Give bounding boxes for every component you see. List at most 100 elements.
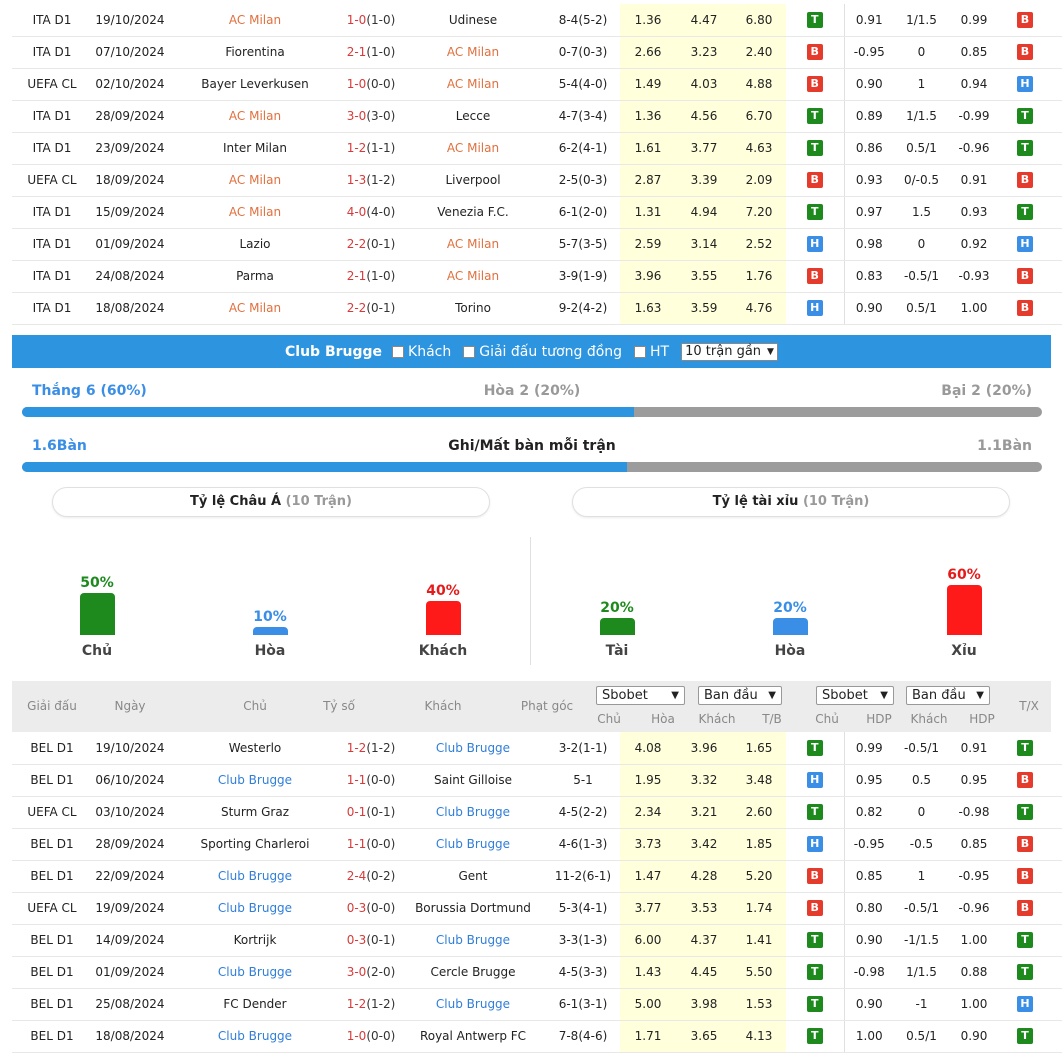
away-team-cell[interactable]: Club Brugge [400, 796, 546, 829]
away-team-link[interactable]: Venezia F.C. [437, 205, 508, 219]
handicap-bookmaker-select[interactable]: Sbobet ▼ [816, 686, 894, 705]
away-team-link[interactable]: Club Brugge [436, 997, 510, 1011]
home-team-cell[interactable]: Kortrijk [168, 924, 342, 957]
home-team-cell[interactable]: Club Brugge [168, 860, 342, 893]
home-team-link[interactable]: Inter Milan [223, 141, 287, 155]
stat-percentage: 40% [426, 583, 460, 599]
home-team-cell[interactable]: AC Milan [168, 164, 342, 197]
away-team-link[interactable]: Club Brugge [436, 741, 510, 755]
away-team-link[interactable]: Club Brugge [436, 837, 510, 851]
home-team-link[interactable]: Sturm Graz [221, 805, 289, 819]
home-team-link[interactable]: Westerlo [229, 741, 282, 755]
home-team-cell[interactable]: Club Brugge [168, 892, 342, 925]
away-team-cell[interactable]: Club Brugge [400, 732, 546, 765]
home-team-cell[interactable]: Fiorentina [168, 36, 342, 69]
away-team-cell[interactable]: AC Milan [400, 132, 546, 165]
home-team-cell[interactable]: Lazio [168, 228, 342, 261]
handicap-type-select[interactable]: Ban đầu ▼ [906, 686, 990, 705]
home-team-link[interactable]: AC Milan [229, 173, 281, 187]
away-team-cell[interactable]: Club Brugge [400, 828, 546, 861]
home-team-link[interactable]: Club Brugge [218, 869, 292, 883]
home-team-cell[interactable]: Inter Milan [168, 132, 342, 165]
away-team-cell[interactable]: AC Milan [400, 228, 546, 261]
home-team-cell[interactable]: Westerlo [168, 732, 342, 765]
home-team-link[interactable]: Club Brugge [218, 773, 292, 787]
home-team-link[interactable]: Sporting Charleroi [201, 837, 310, 851]
home-team-link[interactable]: Bayer Leverkusen [201, 77, 309, 91]
checkbox-icon[interactable] [392, 345, 405, 358]
away-team-link[interactable]: Borussia Dortmund [415, 901, 531, 915]
away-team-cell[interactable]: Club Brugge [400, 924, 546, 957]
checkbox-icon[interactable] [463, 345, 476, 358]
home-team-cell[interactable]: AC Milan [168, 4, 342, 37]
home-team-cell[interactable]: Club Brugge [168, 1020, 342, 1053]
home-team-cell[interactable]: Sporting Charleroi [168, 828, 342, 861]
home-team-link[interactable]: FC Dender [223, 997, 286, 1011]
home-team-link[interactable]: AC Milan [229, 205, 281, 219]
ht-filter-checkbox[interactable]: HT [634, 344, 669, 360]
asian-handicap-tab[interactable]: Tỷ lệ Châu Á (10 Trận) [52, 487, 490, 517]
checkbox-icon[interactable] [634, 345, 647, 358]
home-team-link[interactable]: Club Brugge [218, 965, 292, 979]
away-team-link[interactable]: Lecce [456, 109, 490, 123]
home-team-link[interactable]: Club Brugge [218, 1029, 292, 1043]
away-team-link[interactable]: AC Milan [447, 237, 499, 251]
away-team-cell[interactable]: Torino [400, 292, 546, 325]
corners-cell: 2-5(0-3) [546, 164, 620, 197]
home-team-link[interactable]: Parma [236, 269, 274, 283]
result-badge: T [1017, 108, 1033, 124]
home-team-cell[interactable]: AC Milan [168, 292, 342, 325]
home-team-cell[interactable]: Bayer Leverkusen [168, 68, 342, 101]
home-team-link[interactable]: AC Milan [229, 13, 281, 27]
home-team-cell[interactable]: FC Dender [168, 988, 342, 1021]
away-team-cell[interactable]: Gent [400, 860, 546, 893]
away-team-cell[interactable]: Royal Antwerp FC [400, 1020, 546, 1053]
same-league-filter-checkbox[interactable]: Giải đấu tương đồng [463, 344, 622, 360]
home-team-link[interactable]: Club Brugge [218, 901, 292, 915]
home-team-cell[interactable]: Club Brugge [168, 956, 342, 989]
away-filter-checkbox[interactable]: Khách [392, 344, 451, 360]
away-team-link[interactable]: Club Brugge [436, 933, 510, 947]
home-team-cell[interactable]: AC Milan [168, 196, 342, 229]
away-team-cell[interactable]: Borussia Dortmund [400, 892, 546, 925]
away-team-cell[interactable]: Lecce [400, 100, 546, 133]
away-team-link[interactable]: Club Brugge [436, 805, 510, 819]
away-team-link[interactable]: Gent [459, 869, 488, 883]
away-team-cell[interactable]: AC Milan [400, 36, 546, 69]
home-team-cell[interactable]: Club Brugge [168, 764, 342, 797]
odds-bookmaker-select[interactable]: Sbobet ▼ [596, 686, 685, 705]
corners-cell-text: 6-1(3-1) [558, 997, 608, 1011]
home-team-cell[interactable]: AC Milan [168, 100, 342, 133]
tx-result-cell: T [1051, 132, 1062, 165]
away-team-cell[interactable]: Saint Gilloise [400, 764, 546, 797]
home-team-cell[interactable]: Sturm Graz [168, 796, 342, 829]
away-team-link[interactable]: AC Milan [447, 77, 499, 91]
home-team-link[interactable]: Kortrijk [234, 933, 277, 947]
odds-type-select[interactable]: Ban đầu ▼ [698, 686, 782, 705]
match-count-select[interactable]: 10 trận gần ▼ [681, 342, 778, 361]
away-team-cell[interactable]: Club Brugge [400, 988, 546, 1021]
away-team-link[interactable]: Saint Gilloise [434, 773, 512, 787]
home-team-link[interactable]: Fiorentina [225, 45, 284, 59]
away-team-cell[interactable]: Liverpool [400, 164, 546, 197]
home-team-link[interactable]: AC Milan [229, 109, 281, 123]
away-team-link[interactable]: Cercle Brugge [431, 965, 516, 979]
home-team-link[interactable]: AC Milan [229, 301, 281, 315]
away-team-link[interactable]: Torino [455, 301, 491, 315]
away-team-link[interactable]: Udinese [449, 13, 497, 27]
away-team-link[interactable]: Liverpool [445, 173, 500, 187]
away-team-link[interactable]: Royal Antwerp FC [420, 1029, 526, 1043]
away-team-cell[interactable]: Udinese [400, 4, 546, 37]
away-team-cell[interactable]: AC Milan [400, 68, 546, 101]
away-team-cell[interactable]: Cercle Brugge [400, 956, 546, 989]
away-team-link[interactable]: AC Milan [447, 269, 499, 283]
away-team-link[interactable]: AC Milan [447, 141, 499, 155]
date-cell: 15/09/2024 [92, 196, 168, 229]
over-under-tab[interactable]: Tỷ lệ tài xỉu (10 Trận) [572, 487, 1010, 517]
away-team-link[interactable]: AC Milan [447, 45, 499, 59]
home-team-cell[interactable]: Parma [168, 260, 342, 293]
hdp-away-cell-text: -0.99 [958, 109, 990, 123]
away-team-cell[interactable]: AC Milan [400, 260, 546, 293]
home-team-link[interactable]: Lazio [239, 237, 270, 251]
away-team-cell[interactable]: Venezia F.C. [400, 196, 546, 229]
